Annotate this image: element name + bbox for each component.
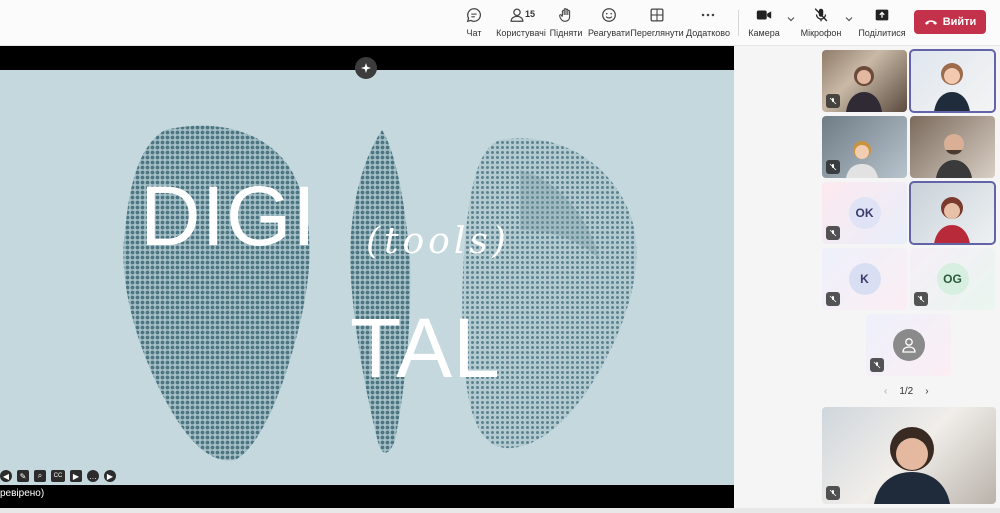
grid-view-icon [650, 8, 664, 22]
mic-muted-icon [826, 160, 840, 174]
slide-controls: ◀ ✎ ⌕ CC ▶ … ▶ [0, 470, 116, 482]
raise-hand-label: Підняти [549, 28, 583, 38]
person-icon [892, 329, 925, 361]
participant-tile[interactable]: OK [822, 182, 907, 244]
avatar: OK [848, 197, 881, 229]
mic-muted-icon [870, 358, 884, 372]
video-icon[interactable]: ▶ [70, 470, 82, 482]
self-video-tile[interactable] [822, 407, 996, 504]
page-indicator: 1/2 [899, 386, 914, 397]
camera-label: Камера [748, 28, 780, 38]
more-label: Додатково [686, 28, 730, 38]
participant-tile[interactable] [910, 116, 995, 178]
mic-muted-icon [826, 226, 840, 240]
camera-button[interactable]: Камера [748, 4, 780, 42]
meeting-toolbar: Чат 15 Користувачі Підняти Реагувати Пер… [0, 0, 1000, 46]
leave-button[interactable]: Вийти [914, 10, 986, 34]
slide-subtitle-tools: (tools) [366, 221, 510, 262]
shared-screen: DIGI (tools) TAL ◀ ✎ ⌕ CC ▶ … ▶ ревірено… [0, 46, 734, 508]
toolbar-divider [738, 10, 739, 36]
hand-icon [559, 8, 571, 22]
more-button[interactable]: Додатково [686, 4, 730, 42]
people-count: 15 [525, 9, 536, 19]
avatar: K [848, 263, 881, 295]
mic-muted-icon [914, 292, 928, 306]
participant-tile[interactable] [909, 49, 996, 113]
next-slide-icon[interactable]: ▶ [104, 470, 116, 482]
participant-video [936, 134, 972, 178]
slide-title-digi: DIGI [140, 169, 317, 263]
window-bottom-edge [0, 508, 1000, 513]
participant-video [874, 427, 950, 504]
react-button[interactable]: Реагувати [587, 4, 631, 42]
microphone-label: Мікрофон [800, 28, 842, 38]
mic-chevron-down-icon[interactable] [844, 14, 854, 24]
view-label: Переглянути [630, 28, 684, 38]
participant-tile[interactable]: OG [910, 248, 995, 310]
phone-hangup-icon [924, 20, 937, 25]
microphone-button[interactable]: Мікрофон [800, 4, 842, 42]
participants-gallery: OK K OG ‹ 1/2 › [734, 46, 1000, 508]
chat-label: Чат [466, 28, 482, 38]
leave-label: Вийти [942, 16, 977, 28]
participant-video [934, 63, 970, 112]
people-icon [510, 8, 524, 22]
sparkle-icon[interactable] [355, 57, 377, 79]
mic-muted-icon [826, 94, 840, 108]
participant-tile[interactable] [866, 314, 951, 376]
mic-off-icon [814, 8, 828, 22]
chevron-right-icon[interactable]: › [925, 386, 928, 397]
slide-caption-text: ревірено) [0, 488, 45, 499]
captions-icon[interactable]: CC [51, 470, 65, 482]
people-button[interactable]: 15 Користувачі [496, 4, 546, 42]
participant-tile[interactable] [822, 50, 907, 112]
mic-muted-icon [826, 486, 840, 500]
participant-tile[interactable]: K [822, 248, 907, 310]
previous-slide-icon[interactable]: ◀ [0, 470, 12, 482]
pen-icon[interactable]: ✎ [17, 470, 29, 482]
more-options-icon[interactable]: … [87, 470, 99, 482]
camera-icon [756, 10, 772, 20]
presentation-slide: DIGI (tools) TAL [0, 70, 734, 485]
gallery-pager: ‹ 1/2 › [884, 386, 929, 397]
participant-tile[interactable] [822, 116, 907, 178]
share-button[interactable]: Поділитися [858, 4, 906, 42]
smile-icon [602, 8, 616, 22]
people-label: Користувачі [496, 28, 546, 38]
react-label: Реагувати [587, 28, 631, 38]
zoom-icon[interactable]: ⌕ [34, 470, 46, 482]
chat-button[interactable]: Чат [460, 4, 488, 42]
chevron-left-icon[interactable]: ‹ [884, 386, 887, 397]
slide-title-tal: TAL [350, 301, 501, 395]
share-label: Поділитися [858, 28, 906, 38]
halftone-stones-image [123, 125, 637, 461]
view-button[interactable]: Переглянути [630, 4, 684, 42]
more-dots-icon [701, 13, 715, 17]
chat-icon [466, 8, 482, 23]
mic-muted-icon [826, 292, 840, 306]
participant-video [934, 197, 970, 244]
participant-tile[interactable] [909, 181, 996, 245]
avatar: OG [936, 263, 969, 295]
raise-hand-button[interactable]: Підняти [549, 4, 583, 42]
camera-chevron-down-icon[interactable] [786, 14, 796, 24]
share-screen-icon [875, 9, 889, 21]
